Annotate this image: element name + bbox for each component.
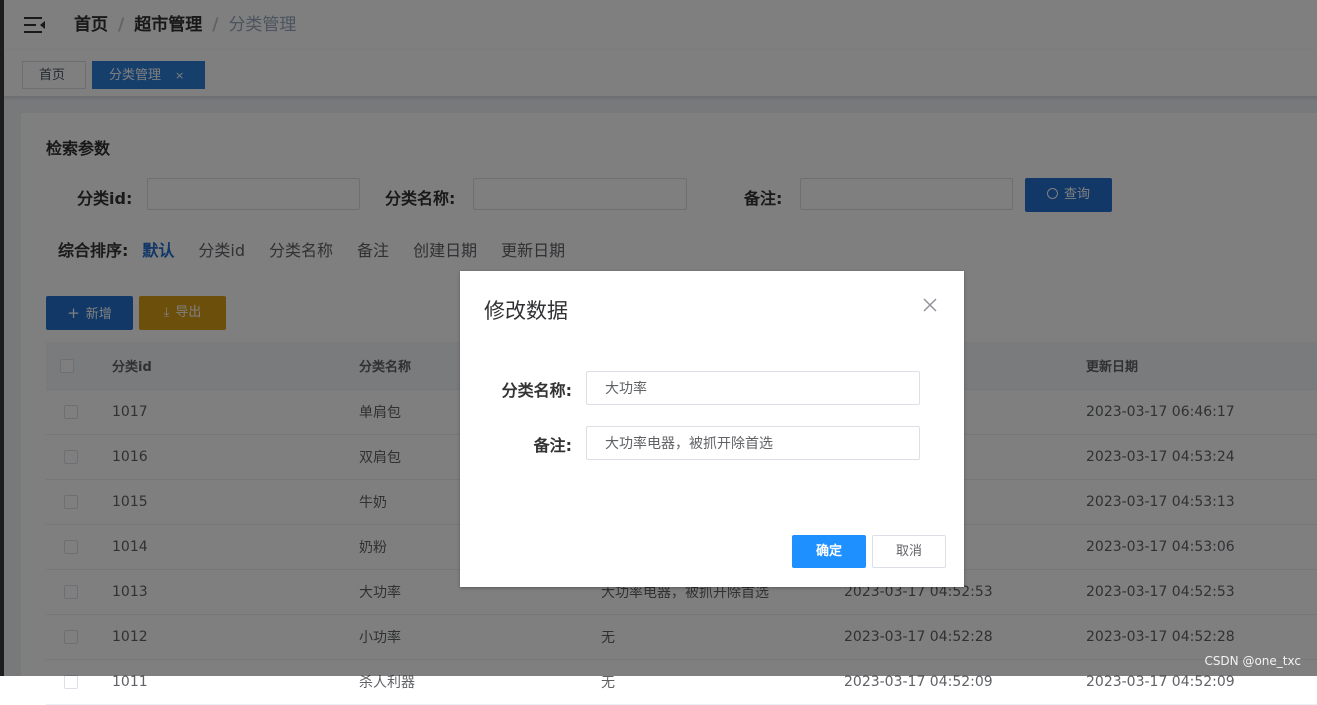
dialog-name-input[interactable] — [586, 371, 920, 405]
dialog-note-input[interactable] — [586, 426, 920, 460]
dialog-name-label: 分类名称: — [501, 381, 572, 400]
edit-dialog: 修改数据 分类名称: 备注: 确定 取消 — [460, 271, 964, 587]
confirm-button[interactable]: 确定 — [792, 535, 866, 568]
dialog-note-label: 备注: — [533, 436, 572, 455]
cancel-button[interactable]: 取消 — [872, 535, 946, 568]
close-icon[interactable] — [922, 297, 938, 313]
dialog-title: 修改数据 — [484, 299, 568, 323]
watermark: CSDN @one_txc — [1204, 654, 1301, 668]
